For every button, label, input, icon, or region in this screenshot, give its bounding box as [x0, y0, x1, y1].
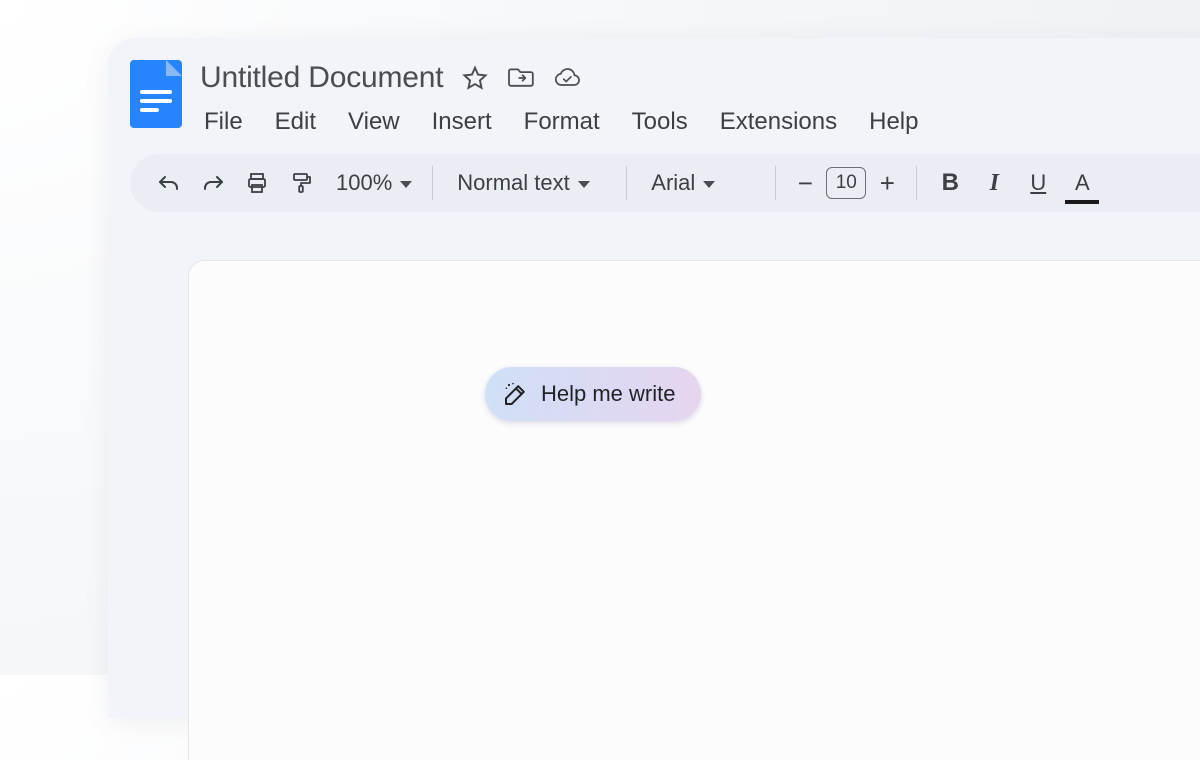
italic-button[interactable]: I	[975, 164, 1013, 202]
magic-wand-icon	[503, 381, 529, 407]
help-me-write-button[interactable]: Help me write	[485, 367, 701, 421]
text-color-letter: A	[1075, 170, 1090, 196]
bold-button[interactable]: B	[931, 164, 969, 202]
menu-file[interactable]: File	[202, 104, 245, 140]
zoom-dropdown[interactable]: 100%	[326, 164, 418, 202]
help-me-write-label: Help me write	[541, 381, 675, 407]
zoom-value: 100%	[336, 170, 392, 196]
title-block: Untitled Document	[200, 60, 1200, 140]
paragraph-style-value: Normal text	[457, 170, 569, 196]
font-size-input[interactable]: 10	[826, 167, 866, 199]
menu-edit[interactable]: Edit	[273, 104, 318, 140]
underline-button[interactable]: U	[1019, 164, 1057, 202]
document-title[interactable]: Untitled Document	[200, 61, 443, 95]
separator	[916, 166, 917, 200]
app-window: Untitled Document	[108, 38, 1200, 718]
menu-help[interactable]: Help	[867, 104, 920, 140]
font-size-group: − 10 +	[790, 167, 902, 199]
move-folder-icon[interactable]	[507, 64, 535, 92]
cloud-status-icon[interactable]	[553, 64, 581, 92]
menu-tools[interactable]: Tools	[630, 104, 690, 140]
separator	[626, 166, 627, 200]
font-family-value: Arial	[651, 170, 695, 196]
chevron-down-icon	[703, 181, 715, 188]
font-family-dropdown[interactable]: Arial	[641, 164, 761, 202]
toolbar: 100% Normal text Arial − 10 + B I U A	[130, 154, 1200, 212]
chevron-down-icon	[400, 181, 412, 188]
text-color-button[interactable]: A	[1063, 164, 1101, 202]
document-canvas[interactable]: Help me write	[188, 260, 1200, 760]
title-row: Untitled Document	[200, 60, 1200, 96]
menu-extensions[interactable]: Extensions	[718, 104, 839, 140]
header: Untitled Document	[108, 38, 1200, 140]
chevron-down-icon	[578, 181, 590, 188]
menu-format[interactable]: Format	[522, 104, 602, 140]
menu-view[interactable]: View	[346, 104, 402, 140]
print-icon[interactable]	[238, 164, 276, 202]
increase-font-size-button[interactable]: +	[872, 168, 902, 199]
separator	[432, 166, 433, 200]
separator	[775, 166, 776, 200]
paragraph-style-dropdown[interactable]: Normal text	[447, 164, 612, 202]
menu-bar: File Edit View Insert Format Tools Exten…	[200, 104, 1200, 140]
star-icon[interactable]	[461, 64, 489, 92]
redo-icon[interactable]	[194, 164, 232, 202]
paint-format-icon[interactable]	[282, 164, 320, 202]
undo-icon[interactable]	[150, 164, 188, 202]
text-color-swatch	[1065, 200, 1099, 204]
docs-logo-icon[interactable]	[130, 60, 182, 128]
menu-insert[interactable]: Insert	[430, 104, 494, 140]
decrease-font-size-button[interactable]: −	[790, 168, 820, 199]
